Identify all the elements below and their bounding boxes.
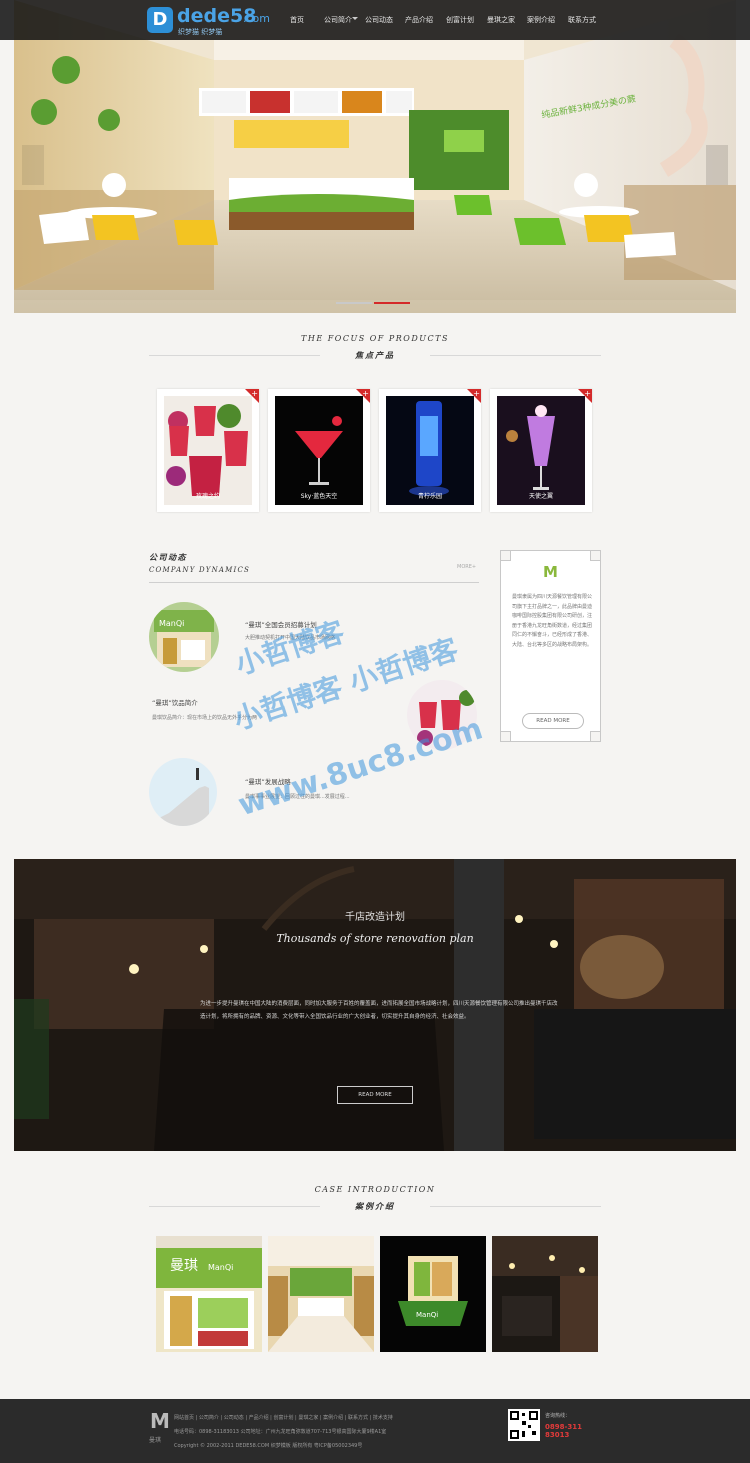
focus-title-en: THE FOCUS OF PRODUCTS [301, 334, 449, 343]
footer-copyright: Copyright © 2002-2011 DEDE58.COM 织梦模板 版权… [174, 1443, 363, 1449]
focus-title-cn: 焦点产品 [320, 350, 430, 361]
nav-products[interactable]: 产品介绍 [405, 15, 433, 25]
nav-news[interactable]: 公司动态 [365, 15, 393, 25]
add-corner-icon[interactable]: + [467, 389, 481, 403]
more-link[interactable]: MORE+ [457, 564, 476, 570]
brand-intro-card: M 曼琪隶属为四川天源餐饮管理有限公司旗下主打品牌之一，此品牌由曼迪咖啡国际控股… [500, 550, 601, 742]
nav-home[interactable]: 首页 [290, 15, 304, 25]
product-caption: 青柠乐园 [417, 493, 442, 500]
svg-text:ManQi: ManQi [416, 1311, 438, 1319]
svg-text:ManQi: ManQi [159, 619, 184, 628]
product-caption: Sky·蓝色天空 [300, 493, 338, 500]
card-corner [590, 731, 600, 741]
brand-intro-text: 曼琪隶属为四川天源餐饮管理有限公司旗下主打品牌之一，此品牌由曼迪咖啡国际控股集团… [512, 594, 593, 648]
logo-domain: .com [243, 12, 270, 25]
nav-home-of-manqi[interactable]: 曼琪之家 [487, 15, 515, 25]
card-corner [501, 731, 511, 741]
svg-text:ManQi: ManQi [208, 1263, 233, 1272]
read-more-button[interactable]: READ MORE [522, 713, 584, 729]
nav-about[interactable]: 公司简介 [324, 15, 352, 25]
case-image[interactable]: 曼琪 ManQi [156, 1236, 262, 1352]
cases-title-cn: 案例介绍 [320, 1201, 430, 1212]
product-image [275, 396, 363, 505]
cases-title-en: CASE INTRODUCTION [314, 1185, 436, 1194]
add-corner-icon[interactable]: + [356, 389, 370, 403]
product-card[interactable]: + 青柠乐园 [379, 389, 481, 512]
top-navbar: D dede58 .com 织梦猫 织梦猫 首页 公司简介 公司动态 产品介绍 … [0, 0, 750, 40]
product-image [164, 396, 252, 505]
renovation-read-more-button[interactable]: READ MORE [337, 1086, 413, 1104]
product-card[interactable]: + Sky·蓝色天空 [268, 389, 370, 512]
product-caption: 天使之翼 [528, 493, 553, 500]
divider [149, 582, 479, 583]
card-corner [501, 551, 511, 561]
case-image[interactable]: ManQi [380, 1236, 486, 1352]
hero-banner: 纯品新鲜3种成分美の蕨 [14, 0, 736, 313]
footer: M 曼琪 网站首页 | 公司简介 | 公司动态 | 产品介绍 | 创富计划 | … [0, 1399, 750, 1463]
logo-subtitle: 织梦猫 织梦猫 [178, 28, 223, 36]
nav-contact[interactable]: 联系方式 [568, 15, 596, 25]
renovation-desc: 为进一步提升曼琪在中国大陆的消费层面，同时加大服务于百姓的覆盖面，进而拓展全国市… [200, 1001, 558, 1020]
renovation-title: 千店改造计划 [345, 912, 405, 923]
svg-text:曼琪: 曼琪 [170, 1258, 198, 1274]
brand-logo-icon: M [543, 563, 558, 581]
renovation-banner: 千店改造计划 Thousands of store renovation pla… [14, 859, 736, 1151]
footer-links[interactable]: 网站首页 | 公司简介 | 公司动态 | 产品介绍 | 创富计划 | 曼琪之家 … [174, 1414, 393, 1421]
product-caption: 玫瑰之约 [195, 493, 220, 500]
dynamics-title-en: COMPANY DYNAMICS [149, 566, 251, 574]
product-image [386, 396, 474, 505]
news-title[interactable]: “曼琪”饮品简介 [152, 697, 198, 707]
product-card[interactable]: + 玫瑰之约 [157, 389, 259, 512]
nav-wealth-plan[interactable]: 创富计划 [446, 15, 474, 25]
product-image [497, 396, 585, 505]
product-card[interactable]: + 天使之翼 [490, 389, 592, 512]
add-corner-icon[interactable]: + [578, 389, 592, 403]
site-logo[interactable]: D dede58 .com 织梦猫 织梦猫 [147, 5, 273, 36]
cafe-interior-image: 纯品新鲜3种成分美の蕨 [14, 0, 736, 313]
case-image[interactable] [268, 1236, 374, 1352]
dynamics-title-cn: 公司动态 [149, 552, 187, 562]
add-corner-icon[interactable]: + [245, 389, 259, 403]
nav-cases[interactable]: 案例介绍 [527, 15, 555, 25]
news-thumbnail[interactable] [149, 758, 217, 826]
footer-contact: 电话号码：0898-31183013 公司地址：广州九龙旺角弥敦道707-713… [174, 1429, 387, 1435]
card-corner [590, 551, 600, 561]
hotline-number[interactable]: 0898-31183013 [545, 1423, 585, 1440]
news-thumbnail[interactable]: ManQi [149, 602, 219, 672]
logo-mark-icon: D [147, 7, 173, 33]
footer-logo-icon: M [150, 1409, 170, 1433]
qr-code-icon [508, 1409, 540, 1441]
watermark-text: www.8uc8.com [234, 711, 487, 824]
footer-logo-text: 曼琪 [149, 1437, 162, 1444]
renovation-subtitle: Thousands of store renovation plan [276, 932, 474, 945]
nav-dropdown-icon [352, 17, 358, 20]
hotline-label: 咨询热线： [545, 1413, 571, 1419]
case-image[interactable] [492, 1236, 598, 1352]
